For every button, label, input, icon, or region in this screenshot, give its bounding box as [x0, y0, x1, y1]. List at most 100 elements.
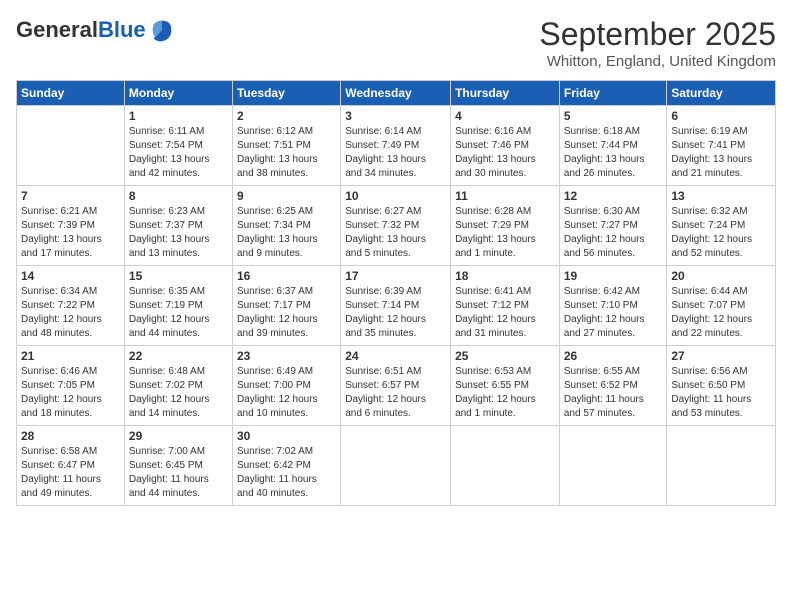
- col-friday: Friday: [559, 81, 667, 106]
- day-info: Sunrise: 6:58 AM Sunset: 6:47 PM Dayligh…: [21, 445, 120, 501]
- calendar-cell: [17, 106, 125, 186]
- calendar-cell: 20 Sunrise: 6:44 AM Sunset: 7:07 PM Dayli…: [667, 266, 776, 346]
- day-number: 2: [237, 109, 336, 123]
- day-info: Sunrise: 6:32 AM Sunset: 7:24 PM Dayligh…: [671, 205, 771, 261]
- calendar-week-row: 28 Sunrise: 6:58 AM Sunset: 6:47 PM Dayli…: [17, 426, 776, 506]
- day-number: 4: [455, 109, 555, 123]
- calendar-cell: [559, 426, 667, 506]
- calendar-cell: 15 Sunrise: 6:35 AM Sunset: 7:19 PM Dayli…: [124, 266, 232, 346]
- calendar-week-row: 14 Sunrise: 6:34 AM Sunset: 7:22 PM Dayli…: [17, 266, 776, 346]
- calendar-cell: 6 Sunrise: 6:19 AM Sunset: 7:41 PM Daylig…: [667, 106, 776, 186]
- day-number: 28: [21, 429, 120, 443]
- day-info: Sunrise: 6:37 AM Sunset: 7:17 PM Dayligh…: [237, 285, 336, 341]
- day-info: Sunrise: 6:28 AM Sunset: 7:29 PM Dayligh…: [455, 205, 555, 261]
- day-info: Sunrise: 6:14 AM Sunset: 7:49 PM Dayligh…: [345, 125, 446, 181]
- day-number: 21: [21, 349, 120, 363]
- day-info: Sunrise: 6:51 AM Sunset: 6:57 PM Dayligh…: [345, 365, 446, 421]
- day-number: 16: [237, 269, 336, 283]
- day-number: 14: [21, 269, 120, 283]
- page-header: GeneralBlue September 2025 Whitton, Engl…: [16, 16, 776, 70]
- calendar-cell: 26 Sunrise: 6:55 AM Sunset: 6:52 PM Dayli…: [559, 346, 667, 426]
- calendar-cell: 23 Sunrise: 6:49 AM Sunset: 7:00 PM Dayli…: [232, 346, 340, 426]
- calendar-cell: 3 Sunrise: 6:14 AM Sunset: 7:49 PM Daylig…: [341, 106, 451, 186]
- calendar-cell: 21 Sunrise: 6:46 AM Sunset: 7:05 PM Dayli…: [17, 346, 125, 426]
- day-info: Sunrise: 6:18 AM Sunset: 7:44 PM Dayligh…: [564, 125, 663, 181]
- calendar-week-row: 21 Sunrise: 6:46 AM Sunset: 7:05 PM Dayli…: [17, 346, 776, 426]
- calendar-cell: 4 Sunrise: 6:16 AM Sunset: 7:46 PM Daylig…: [451, 106, 560, 186]
- col-tuesday: Tuesday: [232, 81, 340, 106]
- day-info: Sunrise: 6:34 AM Sunset: 7:22 PM Dayligh…: [21, 285, 120, 341]
- day-number: 15: [129, 269, 228, 283]
- day-number: 24: [345, 349, 446, 363]
- col-thursday: Thursday: [451, 81, 560, 106]
- day-number: 26: [564, 349, 663, 363]
- day-info: Sunrise: 6:48 AM Sunset: 7:02 PM Dayligh…: [129, 365, 228, 421]
- calendar-cell: 11 Sunrise: 6:28 AM Sunset: 7:29 PM Dayli…: [451, 186, 560, 266]
- day-number: 20: [671, 269, 771, 283]
- day-info: Sunrise: 6:19 AM Sunset: 7:41 PM Dayligh…: [671, 125, 771, 181]
- calendar-table: Sunday Monday Tuesday Wednesday Thursday…: [16, 80, 776, 506]
- day-info: Sunrise: 6:44 AM Sunset: 7:07 PM Dayligh…: [671, 285, 771, 341]
- calendar-cell: 28 Sunrise: 6:58 AM Sunset: 6:47 PM Dayli…: [17, 426, 125, 506]
- day-info: Sunrise: 6:39 AM Sunset: 7:14 PM Dayligh…: [345, 285, 446, 341]
- calendar-cell: 16 Sunrise: 6:37 AM Sunset: 7:17 PM Dayli…: [232, 266, 340, 346]
- day-number: 8: [129, 189, 228, 203]
- calendar-cell: 25Sunrise: 6:53 AM Sunset: 6:55 PM Dayli…: [451, 346, 560, 426]
- calendar-cell: 2 Sunrise: 6:12 AM Sunset: 7:51 PM Daylig…: [232, 106, 340, 186]
- calendar-header-row: Sunday Monday Tuesday Wednesday Thursday…: [17, 81, 776, 106]
- calendar-cell: 29 Sunrise: 7:00 AM Sunset: 6:45 PM Dayli…: [124, 426, 232, 506]
- calendar-cell: 9 Sunrise: 6:25 AM Sunset: 7:34 PM Daylig…: [232, 186, 340, 266]
- day-info: Sunrise: 6:23 AM Sunset: 7:37 PM Dayligh…: [129, 205, 228, 261]
- day-info: Sunrise: 6:53 AM Sunset: 6:55 PM Dayligh…: [455, 365, 555, 421]
- col-saturday: Saturday: [667, 81, 776, 106]
- calendar-cell: 24 Sunrise: 6:51 AM Sunset: 6:57 PM Dayli…: [341, 346, 451, 426]
- logo-blue-text: Blue: [98, 17, 146, 42]
- logo: GeneralBlue: [16, 16, 176, 44]
- calendar-cell: 10Sunrise: 6:27 AM Sunset: 7:32 PM Dayli…: [341, 186, 451, 266]
- logo-general-text: General: [16, 17, 98, 42]
- day-number: 18: [455, 269, 555, 283]
- month-title: September 2025: [539, 16, 776, 53]
- day-info: Sunrise: 6:42 AM Sunset: 7:10 PM Dayligh…: [564, 285, 663, 341]
- calendar-cell: 13 Sunrise: 6:32 AM Sunset: 7:24 PM Dayli…: [667, 186, 776, 266]
- day-info: Sunrise: 6:16 AM Sunset: 7:46 PM Dayligh…: [455, 125, 555, 181]
- day-number: 3: [345, 109, 446, 123]
- calendar-cell: 22 Sunrise: 6:48 AM Sunset: 7:02 PM Dayli…: [124, 346, 232, 426]
- day-number: 11: [455, 189, 555, 203]
- col-sunday: Sunday: [17, 81, 125, 106]
- day-info: Sunrise: 6:35 AM Sunset: 7:19 PM Dayligh…: [129, 285, 228, 341]
- day-number: 6: [671, 109, 771, 123]
- day-info: Sunrise: 7:00 AM Sunset: 6:45 PM Dayligh…: [129, 445, 228, 501]
- calendar-cell: [451, 426, 560, 506]
- day-info: Sunrise: 6:12 AM Sunset: 7:51 PM Dayligh…: [237, 125, 336, 181]
- day-number: 29: [129, 429, 228, 443]
- calendar-cell: 18Sunrise: 6:41 AM Sunset: 7:12 PM Dayli…: [451, 266, 560, 346]
- day-number: 22: [129, 349, 228, 363]
- day-number: 5: [564, 109, 663, 123]
- col-wednesday: Wednesday: [341, 81, 451, 106]
- day-info: Sunrise: 6:25 AM Sunset: 7:34 PM Dayligh…: [237, 205, 336, 261]
- day-number: 1: [129, 109, 228, 123]
- day-info: Sunrise: 6:46 AM Sunset: 7:05 PM Dayligh…: [21, 365, 120, 421]
- calendar-cell: 27Sunrise: 6:56 AM Sunset: 6:50 PM Dayli…: [667, 346, 776, 426]
- day-number: 17: [345, 269, 446, 283]
- day-info: Sunrise: 6:49 AM Sunset: 7:00 PM Dayligh…: [237, 365, 336, 421]
- calendar-week-row: 7Sunrise: 6:21 AM Sunset: 7:39 PM Daylig…: [17, 186, 776, 266]
- day-number: 9: [237, 189, 336, 203]
- logo-icon: [148, 16, 176, 44]
- location: Whitton, England, United Kingdom: [539, 53, 776, 70]
- page-container: GeneralBlue September 2025 Whitton, Engl…: [0, 0, 792, 514]
- calendar-cell: 12Sunrise: 6:30 AM Sunset: 7:27 PM Dayli…: [559, 186, 667, 266]
- day-number: 13: [671, 189, 771, 203]
- calendar-cell: [667, 426, 776, 506]
- day-number: 19: [564, 269, 663, 283]
- col-monday: Monday: [124, 81, 232, 106]
- day-number: 10: [345, 189, 446, 203]
- calendar-cell: 14 Sunrise: 6:34 AM Sunset: 7:22 PM Dayli…: [17, 266, 125, 346]
- calendar-cell: 17 Sunrise: 6:39 AM Sunset: 7:14 PM Dayli…: [341, 266, 451, 346]
- day-number: 30: [237, 429, 336, 443]
- day-info: Sunrise: 6:55 AM Sunset: 6:52 PM Dayligh…: [564, 365, 663, 421]
- calendar-cell: 5 Sunrise: 6:18 AM Sunset: 7:44 PM Daylig…: [559, 106, 667, 186]
- day-number: 27: [671, 349, 771, 363]
- day-number: 23: [237, 349, 336, 363]
